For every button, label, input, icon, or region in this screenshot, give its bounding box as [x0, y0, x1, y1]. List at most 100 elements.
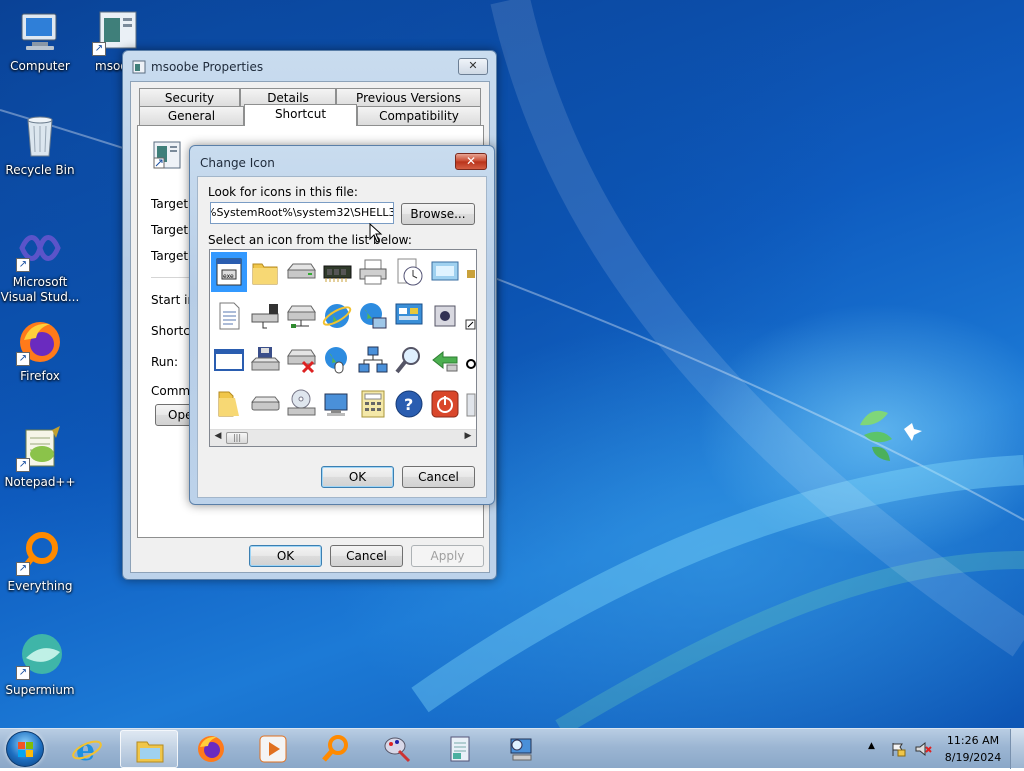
browse-button[interactable]: Browse... — [401, 203, 475, 225]
tab-compatibility[interactable]: Compatibility — [357, 106, 481, 125]
taskbar-notepad[interactable] — [430, 730, 488, 768]
notepad-document-icon — [450, 736, 470, 762]
close-button[interactable]: ✕ — [455, 153, 487, 170]
truncated-icon[interactable] — [463, 384, 476, 424]
ok-button[interactable]: OK — [321, 466, 394, 488]
taskbar-search-tool[interactable] — [306, 730, 364, 768]
cancel-button[interactable]: Cancel — [330, 545, 403, 567]
drive-icon[interactable] — [283, 252, 319, 292]
recycle-bin-icon — [16, 112, 64, 160]
desktop-icon-firefox[interactable]: ↗ Firefox — [0, 318, 80, 384]
globe-mouse-icon[interactable] — [319, 340, 355, 380]
truncated-icon[interactable] — [463, 296, 476, 336]
scrollbar-thumb[interactable]: ||| — [226, 432, 248, 444]
look-for-icons-label: Look for icons in this file: — [208, 185, 358, 199]
desktop-icon-recycle-bin[interactable]: Recycle Bin — [0, 112, 80, 178]
calculator-icon[interactable] — [355, 384, 391, 424]
close-button[interactable]: ✕ — [458, 58, 488, 75]
desktop-icon-label: Firefox — [20, 369, 60, 383]
desktop-icon-supermium[interactable]: ↗ Supermium — [0, 632, 80, 698]
magnifier-icon[interactable] — [391, 340, 427, 380]
truncated-icon[interactable] — [463, 252, 476, 292]
taskbar-firefox[interactable] — [182, 730, 240, 768]
truncated-icon[interactable] — [463, 340, 476, 380]
computer-network-icon[interactable] — [319, 384, 355, 424]
msoobe-shortcut-icon: ↗ — [92, 8, 140, 56]
button-label: Cancel — [346, 549, 387, 563]
monitor-window-icon[interactable] — [427, 252, 463, 292]
taskbar-paint-tool[interactable] — [368, 730, 426, 768]
windows-flag-icon — [18, 742, 33, 757]
ok-button[interactable]: OK — [249, 545, 322, 567]
apply-button[interactable]: Apply — [411, 545, 484, 567]
media-player-icon — [259, 735, 287, 763]
application-window-icon[interactable]: exe — [211, 252, 247, 292]
folder-icon[interactable] — [247, 252, 283, 292]
clock-document-icon[interactable] — [391, 252, 427, 292]
dialog-client-area: Look for icons in this file: %SystemRoot… — [197, 176, 487, 498]
show-hidden-icons-icon[interactable]: ▲ — [868, 741, 875, 751]
network-disconnected-drive-icon[interactable] — [283, 296, 319, 336]
tab-label: General — [167, 109, 216, 123]
tab-general[interactable]: General — [139, 106, 244, 125]
close-icon: ✕ — [465, 154, 477, 168]
drive-error-icon[interactable] — [283, 340, 319, 380]
network-tool-icon — [510, 738, 532, 761]
dialog-title: Change Icon — [200, 156, 275, 170]
tab-label: Shortcut — [274, 107, 327, 121]
horizontal-scrollbar[interactable]: ◀ ||| ▶ — [210, 429, 476, 446]
icon-list[interactable]: exe ? ◀ ||| ▶ — [209, 249, 477, 447]
help-icon[interactable]: ? — [391, 384, 427, 424]
printer-icon[interactable] — [355, 252, 391, 292]
network-computers-icon[interactable] — [355, 340, 391, 380]
tab-previous-versions[interactable]: Previous Versions — [336, 88, 481, 107]
desktop-icon-notepadpp[interactable]: ↗ Notepad++ — [0, 424, 80, 490]
desktop-icon-label: Computer — [10, 59, 70, 73]
internet-globe-icon[interactable] — [319, 296, 355, 336]
blank-window-icon[interactable] — [211, 340, 247, 380]
cd-drive-icon[interactable] — [283, 384, 319, 424]
start-button[interactable] — [6, 731, 44, 767]
document-icon[interactable] — [211, 296, 247, 336]
speaker-icon[interactable] — [427, 296, 463, 336]
scroll-right-icon[interactable]: ▶ — [461, 431, 475, 441]
control-panel-icon[interactable] — [391, 296, 427, 336]
network-globe-icon[interactable] — [355, 296, 391, 336]
removable-drive-icon[interactable] — [247, 384, 283, 424]
desktop-icon-computer[interactable]: Computer — [0, 8, 80, 74]
folder-open-icon[interactable] — [211, 384, 247, 424]
power-icon[interactable] — [427, 384, 463, 424]
visual-studio-icon: ↗ — [16, 224, 64, 272]
taskbar-network-tool[interactable] — [492, 730, 550, 768]
shortcut-arrow-icon: ↗ — [16, 258, 30, 272]
tab-label: Previous Versions — [356, 91, 461, 105]
icon-file-path-input[interactable]: %SystemRoot%\system32\SHELL32.dll — [210, 202, 394, 224]
windows-logo — [860, 410, 922, 461]
file-explorer-icon — [136, 741, 164, 763]
tab-shortcut[interactable]: Shortcut — [244, 104, 357, 126]
memory-chip-icon[interactable] — [319, 252, 355, 292]
tab-security[interactable]: Security — [139, 88, 240, 107]
scroll-left-icon[interactable]: ◀ — [211, 431, 225, 441]
shortcut-arrow-icon: ↗ — [16, 352, 30, 366]
action-center-flag-icon[interactable] — [890, 741, 906, 757]
taskbar-media-player[interactable] — [244, 730, 302, 768]
clock-date[interactable]: 8/19/2024 — [940, 751, 1006, 764]
computer-icon — [16, 8, 64, 56]
desktop-icon-visual-studio[interactable]: ↗ Microsoft Visual Stud... — [0, 224, 80, 305]
desktop-icon-everything[interactable]: ↗ Everything — [0, 528, 80, 594]
firefox-icon — [198, 736, 224, 762]
show-desktop-button[interactable] — [1010, 729, 1024, 769]
window-app-icon — [132, 60, 146, 77]
cancel-button[interactable]: Cancel — [402, 466, 475, 488]
taskbar-file-explorer[interactable] — [120, 730, 178, 768]
change-icon-dialog[interactable]: Change Icon ✕ Look for icons in this fil… — [189, 145, 495, 505]
floppy-drive-icon[interactable] — [247, 340, 283, 380]
volume-muted-icon[interactable] — [914, 741, 932, 757]
back-arrow-icon[interactable] — [427, 340, 463, 380]
svg-text:?: ? — [404, 395, 413, 414]
clock-time[interactable]: 11:26 AM — [940, 734, 1006, 747]
network-drive-icon[interactable] — [247, 296, 283, 336]
taskbar-internet-explorer[interactable]: e — [58, 730, 116, 768]
close-icon: ✕ — [468, 59, 478, 72]
